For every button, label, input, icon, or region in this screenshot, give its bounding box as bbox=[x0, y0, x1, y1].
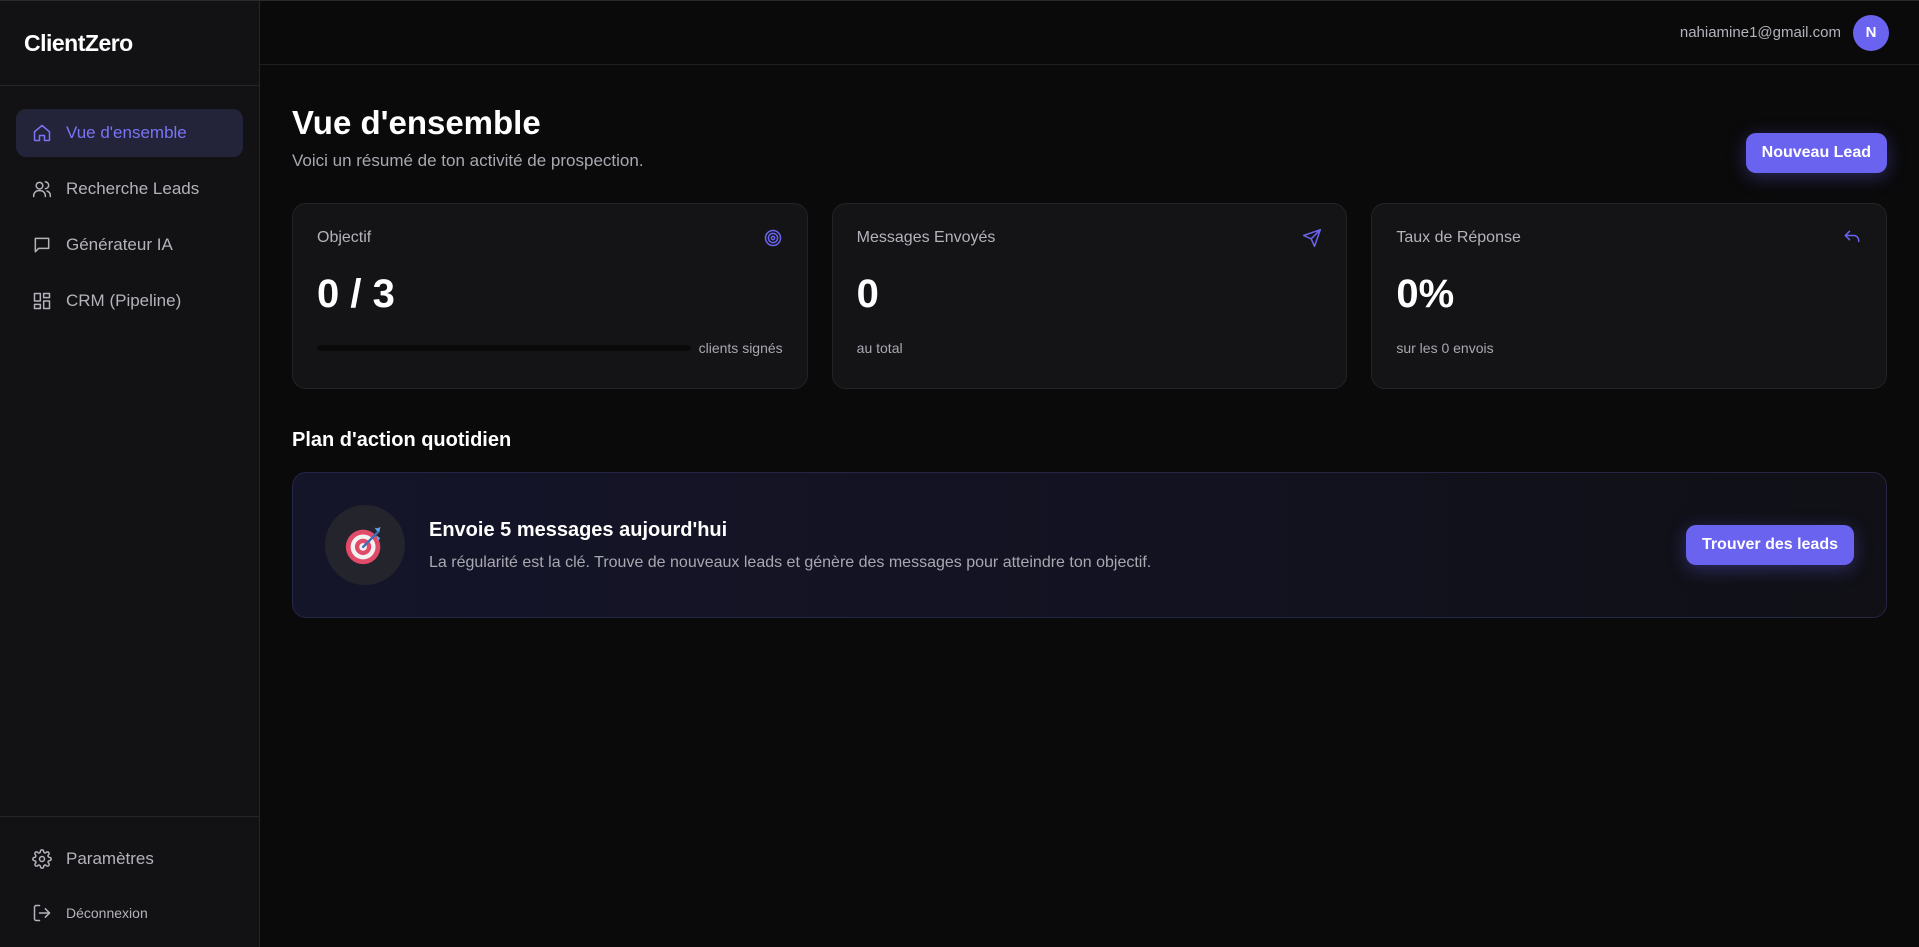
avatar[interactable]: N bbox=[1853, 14, 1889, 51]
send-icon bbox=[1302, 228, 1322, 248]
plan-description: La régularité est la clé. Trouve de nouv… bbox=[429, 553, 1152, 571]
gear-icon bbox=[32, 849, 52, 869]
section-title: Plan d'action quotidien bbox=[292, 429, 512, 451]
stat-card-messages: Messages Envoyés 0 au total bbox=[831, 203, 1348, 389]
reply-icon bbox=[1842, 228, 1862, 248]
stat-foot: sur les 0 envois bbox=[1396, 340, 1494, 356]
sidebar-item-ai-generator[interactable]: Générateur IA bbox=[16, 221, 243, 269]
main-area: nahiamine1@gmail.com N Vue d'ensemble Vo… bbox=[260, 1, 1919, 947]
stat-card-objective: Objectif 0 / 3 clients signés bbox=[292, 203, 808, 389]
stat-value: 0% bbox=[1396, 272, 1455, 316]
new-lead-button[interactable]: Nouveau Lead bbox=[1745, 133, 1887, 173]
app-root: ClientZero Vue d'ensemble Recherche Lead… bbox=[0, 0, 1919, 947]
brand-logo[interactable]: ClientZero bbox=[0, 1, 259, 86]
sidebar-footer: Paramètres Déconnexion bbox=[0, 816, 259, 947]
page-title: Vue d'ensemble bbox=[292, 104, 541, 141]
logout-label: Déconnexion bbox=[66, 905, 148, 921]
sidebar-item-crm[interactable]: CRM (Pipeline) bbox=[16, 277, 243, 325]
sidebar-nav: Vue d'ensemble Recherche Leads Générateu… bbox=[0, 86, 259, 816]
stats-cards: Objectif 0 / 3 clients signés Messages E… bbox=[292, 203, 1888, 389]
chat-icon bbox=[32, 235, 52, 255]
stat-label: Messages Envoyés bbox=[856, 229, 996, 246]
stat-foot: au total bbox=[856, 340, 903, 356]
home-icon bbox=[32, 123, 52, 143]
users-icon bbox=[32, 179, 52, 199]
plan-title: Envoie 5 messages aujourd'hui bbox=[429, 518, 728, 541]
logout-link[interactable]: Déconnexion bbox=[16, 899, 243, 927]
bullseye-dart-icon bbox=[325, 505, 405, 585]
page-header: Vue d'ensemble Voici un résumé de ton ac… bbox=[292, 103, 1887, 173]
user-email: nahiamine1@gmail.com bbox=[1679, 24, 1841, 41]
grid-icon bbox=[32, 291, 52, 311]
daily-plan-card: Envoie 5 messages aujourd'hui La régular… bbox=[292, 472, 1887, 618]
sidebar-item-lead-search[interactable]: Recherche Leads bbox=[16, 165, 243, 213]
sidebar-item-label: CRM (Pipeline) bbox=[66, 291, 182, 310]
sidebar-item-label: Générateur IA bbox=[66, 235, 173, 254]
find-leads-button[interactable]: Trouver des leads bbox=[1685, 525, 1854, 565]
target-icon bbox=[763, 228, 783, 248]
logout-icon bbox=[32, 903, 52, 923]
plan-text: Envoie 5 messages aujourd'hui La régular… bbox=[429, 519, 1686, 572]
stat-label: Objectif bbox=[317, 229, 372, 246]
sidebar-item-label: Vue d'ensemble bbox=[66, 123, 187, 142]
sidebar-item-label: Recherche Leads bbox=[66, 179, 200, 198]
objective-progress: clients signés bbox=[317, 340, 783, 356]
stat-foot: clients signés bbox=[698, 340, 783, 356]
overview-content: Vue d'ensemble Voici un résumé de ton ac… bbox=[260, 65, 1919, 618]
stat-value: 0 bbox=[856, 272, 879, 316]
stat-value: 0 / 3 bbox=[317, 272, 395, 316]
progress-track bbox=[317, 345, 691, 351]
settings-label: Paramètres bbox=[66, 849, 154, 868]
topbar: nahiamine1@gmail.com N bbox=[260, 1, 1919, 65]
settings-link[interactable]: Paramètres bbox=[16, 845, 243, 873]
stat-card-response-rate: Taux de Réponse 0% sur les 0 envois bbox=[1371, 203, 1888, 389]
sidebar-item-overview[interactable]: Vue d'ensemble bbox=[16, 109, 243, 157]
sidebar: ClientZero Vue d'ensemble Recherche Lead… bbox=[0, 1, 260, 947]
page-subtitle: Voici un résumé de ton activité de prosp… bbox=[292, 151, 644, 170]
stat-label: Taux de Réponse bbox=[1396, 229, 1521, 246]
